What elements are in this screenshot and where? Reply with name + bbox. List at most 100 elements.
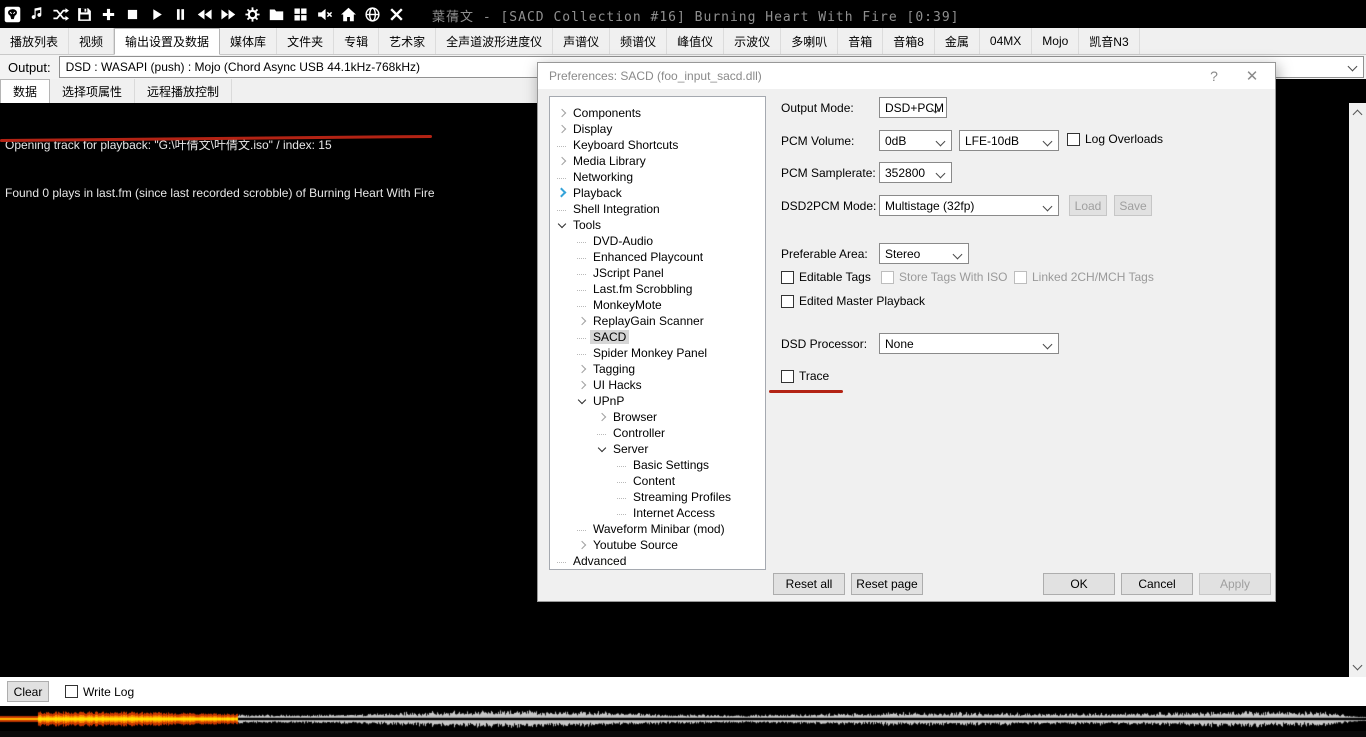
- console-tab[interactable]: 远程播放控制: [135, 79, 232, 103]
- main-tab[interactable]: 播放列表: [0, 28, 69, 54]
- tree-item[interactable]: Networking: [550, 169, 765, 185]
- lfe-combo[interactable]: LFE-10dB: [959, 130, 1059, 151]
- dsd-processor-combo[interactable]: None: [879, 333, 1059, 354]
- save-icon[interactable]: [75, 5, 94, 24]
- main-tab[interactable]: 频谱仪: [610, 28, 667, 54]
- scroll-down-icon[interactable]: [1353, 661, 1363, 671]
- tree-item[interactable]: Display: [550, 121, 765, 137]
- apply-button[interactable]: Apply: [1199, 573, 1271, 595]
- load-button[interactable]: Load: [1069, 195, 1107, 216]
- chevron-right-icon[interactable]: [556, 187, 568, 199]
- tree-item[interactable]: DVD-Audio: [550, 233, 765, 249]
- console-tab[interactable]: 选择项属性: [50, 79, 135, 103]
- globe-icon[interactable]: [363, 5, 382, 24]
- tree-item[interactable]: Spider Monkey Panel: [550, 345, 765, 361]
- fast-forward-icon[interactable]: [219, 5, 238, 24]
- dialog-titlebar[interactable]: Preferences: SACD (foo_input_sacd.dll) ?…: [538, 63, 1275, 89]
- music-note-icon[interactable]: [27, 5, 46, 24]
- pcm-volume-combo[interactable]: 0dB: [879, 130, 952, 151]
- dsd2pcm-mode-combo[interactable]: Multistage (32fp): [879, 195, 1059, 216]
- tree-item[interactable]: Basic Settings: [550, 457, 765, 473]
- layout-grid-icon[interactable]: [291, 5, 310, 24]
- chevron-down-icon[interactable]: [596, 443, 608, 455]
- cancel-button[interactable]: Cancel: [1121, 573, 1193, 595]
- waveform-seekbar[interactable]: [0, 706, 1366, 731]
- pause-icon[interactable]: [171, 5, 190, 24]
- reset-page-button[interactable]: Reset page: [851, 573, 923, 595]
- tree-item[interactable]: Browser: [550, 409, 765, 425]
- output-mode-combo[interactable]: DSD+PCM: [879, 97, 947, 118]
- tree-item[interactable]: UI Hacks: [550, 377, 765, 393]
- tree-item[interactable]: UPnP: [550, 393, 765, 409]
- tree-item[interactable]: Streaming Profiles: [550, 489, 765, 505]
- console-scrollbar[interactable]: [1349, 103, 1366, 677]
- main-tab[interactable]: 金属: [935, 28, 980, 54]
- ok-button[interactable]: OK: [1043, 573, 1115, 595]
- rewind-icon[interactable]: [195, 5, 214, 24]
- tree-item[interactable]: MonkeyMote: [550, 297, 765, 313]
- folder-icon[interactable]: [267, 5, 286, 24]
- home-icon[interactable]: [339, 5, 358, 24]
- chevron-right-icon[interactable]: [576, 539, 588, 551]
- main-tab[interactable]: 峰值仪: [667, 28, 724, 54]
- foobar-logo-icon[interactable]: [3, 5, 22, 24]
- main-tab[interactable]: 音箱8: [883, 28, 935, 54]
- main-tab[interactable]: 凯音N3: [1079, 28, 1139, 54]
- clear-button[interactable]: Clear: [7, 681, 49, 702]
- main-tab[interactable]: 04MX: [980, 28, 1032, 54]
- tree-item[interactable]: Enhanced Playcount: [550, 249, 765, 265]
- tree-item[interactable]: Components: [550, 105, 765, 121]
- log-overloads-checkbox[interactable]: [1067, 133, 1080, 146]
- write-log-checkbox[interactable]: [65, 685, 78, 698]
- main-tab[interactable]: 全声道波形进度仪: [436, 28, 553, 54]
- pcm-samplerate-combo[interactable]: 352800: [879, 162, 952, 183]
- main-tab[interactable]: 艺术家: [379, 28, 436, 54]
- chevron-down-icon[interactable]: [556, 219, 568, 231]
- add-icon[interactable]: [99, 5, 118, 24]
- play-icon[interactable]: [147, 5, 166, 24]
- scroll-up-icon[interactable]: [1353, 110, 1363, 120]
- volume-mute-icon[interactable]: [315, 5, 334, 24]
- tree-item[interactable]: Waveform Minibar (mod): [550, 521, 765, 537]
- main-tab[interactable]: 音箱: [838, 28, 883, 54]
- stop-icon[interactable]: [123, 5, 142, 24]
- close-icon[interactable]: [387, 5, 406, 24]
- help-button[interactable]: ?: [1197, 63, 1231, 89]
- chevron-right-icon[interactable]: [556, 123, 568, 135]
- tree-item[interactable]: Tools: [550, 217, 765, 233]
- main-tab[interactable]: 示波仪: [724, 28, 781, 54]
- preferable-area-combo[interactable]: Stereo: [879, 243, 969, 264]
- tree-item[interactable]: Advanced: [550, 553, 765, 569]
- chevron-down-icon[interactable]: [576, 395, 588, 407]
- main-tab[interactable]: 文件夹: [277, 28, 334, 54]
- tree-item[interactable]: Last.fm Scrobbling: [550, 281, 765, 297]
- main-tab[interactable]: 多喇叭: [781, 28, 838, 54]
- chevron-right-icon[interactable]: [576, 363, 588, 375]
- tree-item[interactable]: Controller: [550, 425, 765, 441]
- tree-item[interactable]: ReplayGain Scanner: [550, 313, 765, 329]
- tree-item[interactable]: Server: [550, 441, 765, 457]
- tree-item[interactable]: Content: [550, 473, 765, 489]
- trace-checkbox[interactable]: [781, 370, 794, 383]
- save-button[interactable]: Save: [1114, 195, 1152, 216]
- main-tab[interactable]: 专辑: [334, 28, 379, 54]
- main-tab[interactable]: 媒体库: [220, 28, 277, 54]
- main-tab[interactable]: 视频: [69, 28, 114, 54]
- shuffle-icon[interactable]: [51, 5, 70, 24]
- main-tab[interactable]: 声谱仪: [553, 28, 610, 54]
- tree-item[interactable]: Media Library: [550, 153, 765, 169]
- main-tab[interactable]: Mojo: [1032, 28, 1079, 54]
- chevron-right-icon[interactable]: [556, 107, 568, 119]
- tree-item[interactable]: Playback: [550, 185, 765, 201]
- chevron-right-icon[interactable]: [576, 379, 588, 391]
- edited-master-checkbox[interactable]: [781, 295, 794, 308]
- chevron-right-icon[interactable]: [596, 411, 608, 423]
- editable-tags-checkbox[interactable]: [781, 271, 794, 284]
- chevron-right-icon[interactable]: [576, 315, 588, 327]
- tree-item[interactable]: Internet Access: [550, 505, 765, 521]
- tree-item[interactable]: JScript Panel: [550, 265, 765, 281]
- settings-gear-icon[interactable]: [243, 5, 262, 24]
- tree-item[interactable]: Shell Integration: [550, 201, 765, 217]
- tree-item[interactable]: Youtube Source: [550, 537, 765, 553]
- tree-item[interactable]: Keyboard Shortcuts: [550, 137, 765, 153]
